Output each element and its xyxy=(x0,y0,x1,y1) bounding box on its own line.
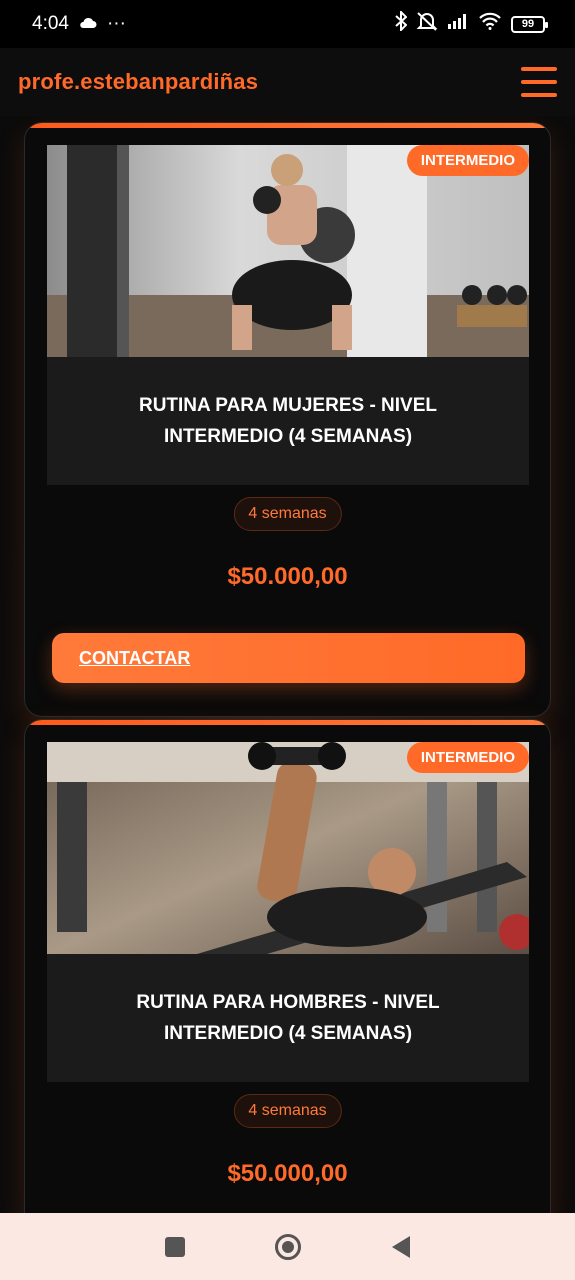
product-title: RUTINA PARA MUJERES - NIVEL INTERMEDIO (… xyxy=(47,357,529,485)
back-icon[interactable] xyxy=(391,1235,410,1258)
clock: 4:04 xyxy=(32,13,69,34)
product-card: INTERMEDIO RUTINA PARA HOMBRES - NIVEL I… xyxy=(24,719,551,1213)
duration-badge: 4 semanas xyxy=(233,497,342,531)
product-image-men-dumbbell: INTERMEDIO xyxy=(47,742,529,954)
more-notifications-icon: ··· xyxy=(106,13,126,34)
mute-icon xyxy=(416,11,438,37)
app-header: profe.estebanpardiñas xyxy=(0,48,575,116)
product-image-women-kettlebell: INTERMEDIO xyxy=(47,145,529,357)
hamburger-menu-icon[interactable] xyxy=(521,67,557,97)
recent-apps-icon[interactable] xyxy=(165,1236,186,1257)
product-price: $50.000,00 xyxy=(227,563,348,590)
level-badge: INTERMEDIO xyxy=(406,145,529,176)
duration-badge: 4 semanas xyxy=(233,1094,342,1128)
status-left: 4:04 ··· xyxy=(32,13,126,35)
battery-icon: 99 xyxy=(511,15,548,33)
product-price: $50.000,00 xyxy=(227,1160,348,1187)
product-list[interactable]: INTERMEDIO RUTINA PARA MUJERES - NIVEL I… xyxy=(0,116,575,1213)
product-card: INTERMEDIO RUTINA PARA MUJERES - NIVEL I… xyxy=(24,122,551,717)
contact-button[interactable]: CONTACTAR xyxy=(52,633,525,683)
brand-logo-text[interactable]: profe.estebanpardiñas xyxy=(18,69,258,95)
home-icon[interactable] xyxy=(275,1233,302,1260)
wifi-icon xyxy=(478,12,502,36)
product-title: RUTINA PARA HOMBRES - NIVEL INTERMEDIO (… xyxy=(47,954,529,1082)
status-bar: 4:04 ··· 99 xyxy=(0,0,575,48)
level-badge: INTERMEDIO xyxy=(406,742,529,773)
bluetooth-icon xyxy=(395,9,408,37)
signal-icon xyxy=(447,13,469,35)
status-right: 99 xyxy=(395,9,548,37)
system-nav-bar xyxy=(0,1213,575,1280)
cloud-icon xyxy=(79,13,97,35)
